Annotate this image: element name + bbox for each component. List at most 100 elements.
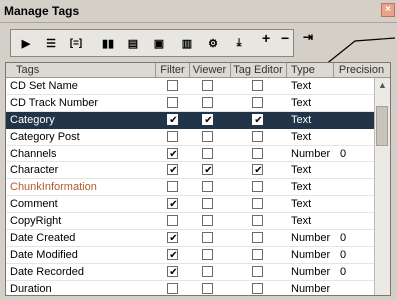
remove-tag-button[interactable]: − <box>281 30 289 48</box>
toolbar: ▶ ☰ [=] ▮▮ ▤ ▣ ▥ ⚙ ⤓ <box>10 29 294 57</box>
viewer-checkbox[interactable] <box>202 164 214 176</box>
filter-checkbox[interactable] <box>167 80 178 91</box>
table-row[interactable]: Date Created Number 0 <box>6 230 374 247</box>
columns-icon[interactable]: ▮▮ <box>99 34 117 52</box>
table-row[interactable]: CD Set Name Text <box>6 78 374 95</box>
filter-checkbox[interactable] <box>167 232 179 244</box>
editor-checkbox[interactable] <box>252 215 263 227</box>
editor-checkbox[interactable] <box>252 147 263 159</box>
column-tags[interactable]: Tags <box>6 63 166 77</box>
tag-name: Character <box>10 164 59 177</box>
tag-name: Date Created <box>10 232 76 245</box>
tag-precision: 0 <box>340 147 347 160</box>
editor-checkbox[interactable] <box>252 80 263 91</box>
filter-checkbox[interactable] <box>167 130 178 142</box>
table-icon[interactable]: ▥ <box>178 34 196 52</box>
table-row[interactable]: ChunkInformation Text <box>6 179 374 197</box>
brackets-icon[interactable]: [=] <box>67 34 85 52</box>
table-body: CD Set Name Text CD Track Number Text Catego… <box>6 78 374 295</box>
pipe-icon[interactable]: ⇥ <box>303 30 313 48</box>
tag-type: Number <box>291 265 331 278</box>
tag-type: Text <box>291 96 312 109</box>
editor-checkbox[interactable] <box>252 248 263 260</box>
scroll-up-icon[interactable]: ▲ <box>378 80 387 90</box>
add-tag-button[interactable]: + <box>262 30 270 48</box>
viewer-checkbox[interactable] <box>202 232 213 244</box>
tag-name: ChunkInformation <box>10 181 97 194</box>
filter-checkbox[interactable] <box>167 215 178 227</box>
tag-type: Number <box>291 282 331 295</box>
grid-icon[interactable]: ▤ <box>124 34 142 52</box>
tag-type: Text <box>291 181 312 194</box>
column-filter[interactable]: Filter <box>156 63 189 77</box>
filter-checkbox[interactable] <box>167 96 178 108</box>
viewer-checkbox[interactable] <box>202 248 213 260</box>
filter-checkbox[interactable] <box>167 265 179 278</box>
filter-checkbox[interactable] <box>167 248 179 261</box>
gear-icon[interactable]: ⚙ <box>204 34 222 52</box>
table-row[interactable]: Date Recorded Number 0 <box>6 264 374 281</box>
filter-checkbox[interactable] <box>167 282 178 294</box>
filter-checkbox[interactable] <box>167 147 179 160</box>
viewer-checkbox[interactable] <box>202 282 213 294</box>
filter-checkbox[interactable] <box>167 113 179 126</box>
table-row[interactable]: Category Post Text <box>6 129 374 146</box>
editor-checkbox[interactable] <box>252 181 263 193</box>
tag-precision: 0 <box>340 248 347 261</box>
vertical-scrollbar[interactable]: ▲ <box>374 78 390 295</box>
editor-checkbox[interactable] <box>252 282 263 294</box>
editor-checkbox[interactable] <box>252 265 263 277</box>
viewer-checkbox[interactable] <box>202 96 213 108</box>
viewer-checkbox[interactable] <box>202 215 213 227</box>
editor-checkbox[interactable] <box>252 130 263 142</box>
sort-icon[interactable]: ☰ <box>42 34 60 52</box>
column-precision[interactable]: Precision <box>333 63 390 77</box>
tag-type: Text <box>291 113 312 126</box>
filter-checkbox[interactable] <box>167 198 179 210</box>
editor-checkbox[interactable] <box>252 198 263 210</box>
tag-type: Number <box>291 248 331 261</box>
editor-checkbox[interactable] <box>252 113 264 126</box>
tag-precision: 0 <box>340 265 347 278</box>
viewer-checkbox[interactable] <box>202 113 214 126</box>
column-type[interactable]: Type <box>286 63 338 77</box>
tag-type: Number <box>291 147 331 160</box>
tag-name: Date Recorded <box>10 265 84 278</box>
filter-checkbox[interactable] <box>167 164 179 176</box>
viewer-checkbox[interactable] <box>202 181 213 193</box>
title-bar: Manage Tags × <box>0 0 397 23</box>
table-row[interactable]: Duration Number <box>6 281 374 295</box>
tag-type: Text <box>291 164 312 177</box>
viewer-checkbox[interactable] <box>202 80 213 91</box>
column-viewer[interactable]: Viewer <box>189 63 230 77</box>
play-icon[interactable]: ▶ <box>17 34 35 52</box>
table-row[interactable]: Category Text <box>6 111 374 129</box>
tag-name: CD Set Name <box>10 80 78 92</box>
editor-checkbox[interactable] <box>252 164 264 176</box>
scroll-thumb[interactable] <box>376 106 388 146</box>
download-icon[interactable]: ⤓ <box>230 34 248 52</box>
table-row[interactable]: Date Modified Number 0 <box>6 247 374 264</box>
tag-name: Category <box>10 113 55 126</box>
viewer-checkbox[interactable] <box>202 130 213 142</box>
filter-checkbox[interactable] <box>167 181 178 193</box>
viewer-checkbox[interactable] <box>202 265 213 277</box>
manage-tags-window: Manage Tags × ▶ ☰ [=] ▮▮ ▤ ▣ ▥ ⚙ ⤓ + − ⇥… <box>0 0 397 300</box>
editor-checkbox[interactable] <box>252 96 263 108</box>
tag-type: Text <box>291 198 312 211</box>
editor-checkbox[interactable] <box>252 232 263 244</box>
column-tag-editor[interactable]: Tag Editor <box>230 63 286 77</box>
table-row[interactable]: Comment Text <box>6 196 374 214</box>
tag-name: Duration <box>10 282 52 295</box>
close-icon[interactable]: × <box>381 3 395 17</box>
table-row[interactable]: Channels Number 0 <box>6 146 374 163</box>
table-row[interactable]: Character Text <box>6 162 374 180</box>
window-icon[interactable]: ▣ <box>150 34 168 52</box>
table-row[interactable]: CopyRight Text <box>6 213 374 231</box>
viewer-checkbox[interactable] <box>202 147 213 159</box>
tag-type: Text <box>291 130 312 143</box>
tag-name: CopyRight <box>10 215 62 228</box>
viewer-checkbox[interactable] <box>202 198 213 210</box>
tag-type: Text <box>291 80 312 92</box>
table-row[interactable]: CD Track Number Text <box>6 95 374 112</box>
